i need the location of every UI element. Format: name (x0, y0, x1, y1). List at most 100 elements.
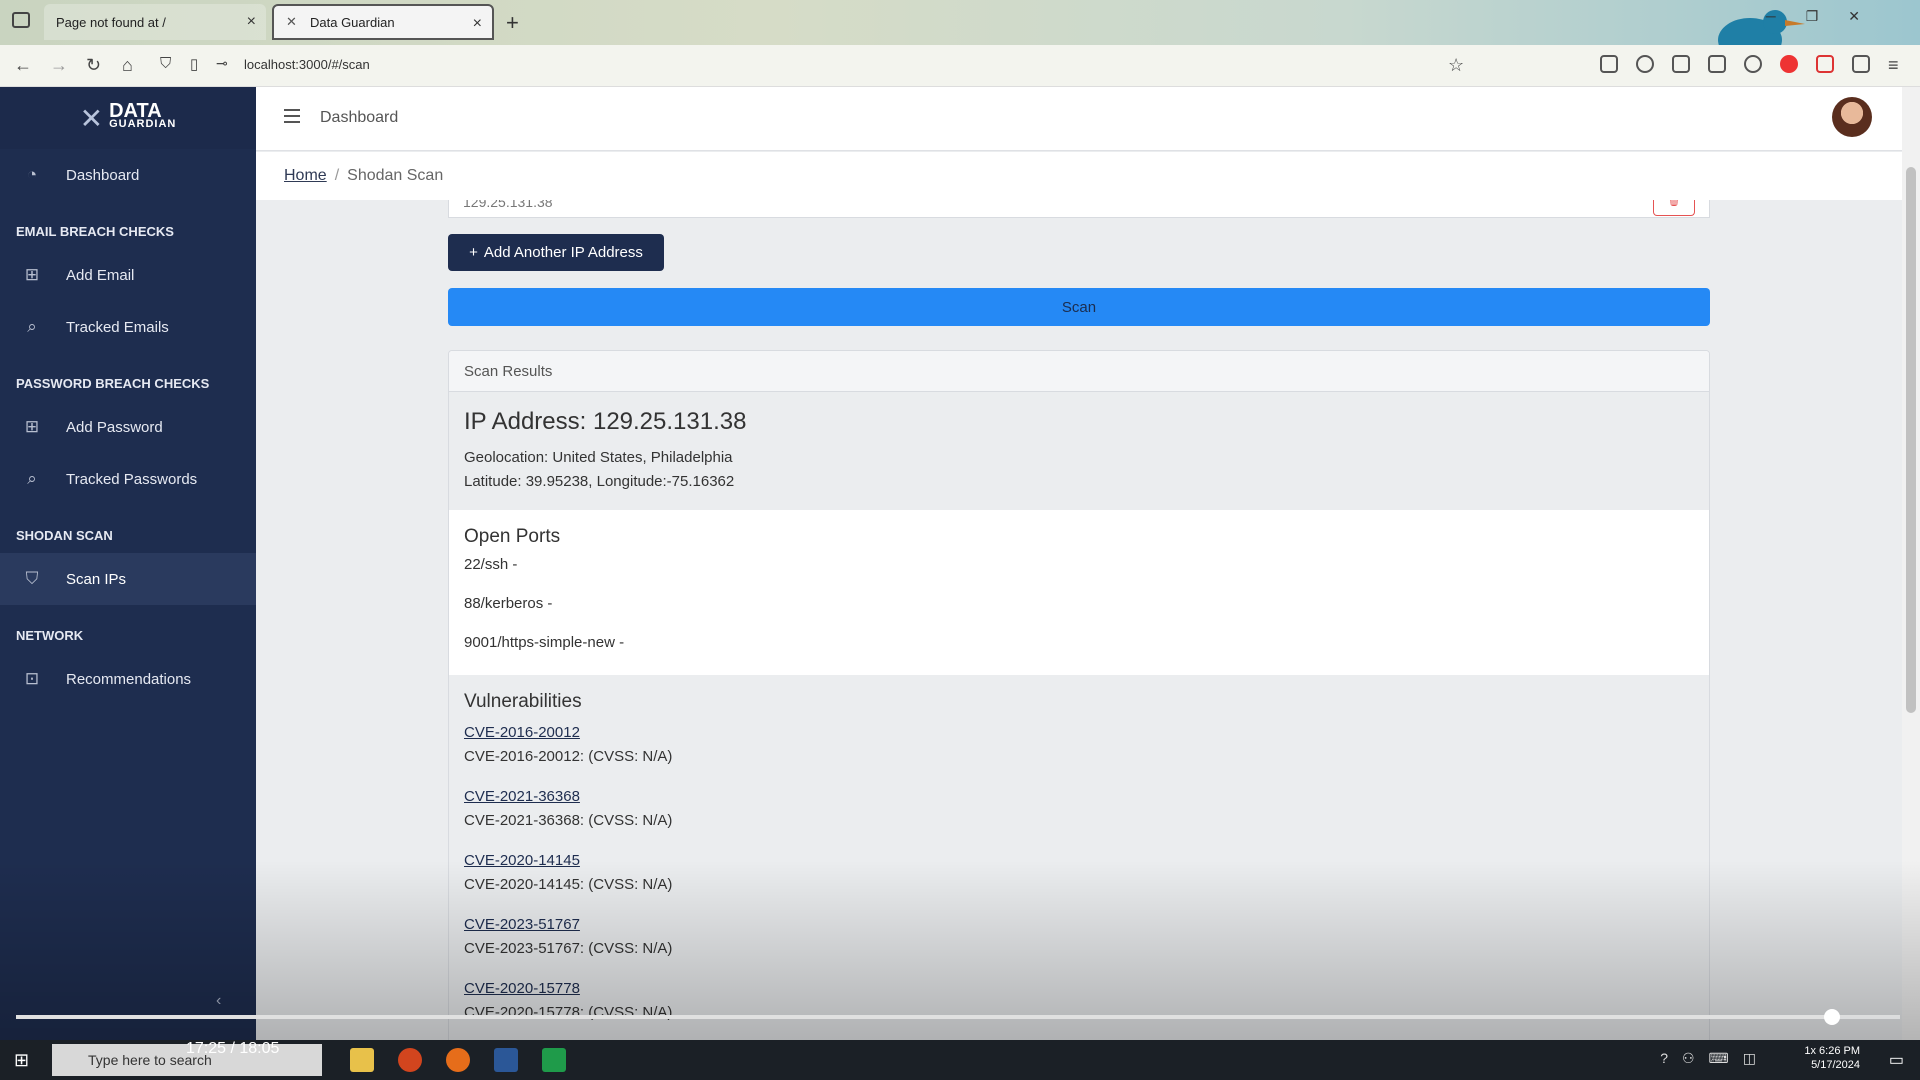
menu-icon[interactable]: ≡ (1888, 55, 1899, 76)
sidebar-section-network: NETWORK (16, 628, 84, 643)
pycharm-icon[interactable] (542, 1048, 566, 1072)
new-tab-icon[interactable]: + (506, 10, 519, 36)
bookmark-star-icon[interactable]: ☆ (1448, 55, 1464, 76)
search-icon: ⌕ (27, 317, 37, 336)
cve-description: CVE-2016-20012: (CVSS: N/A) (464, 748, 673, 765)
list-item: CVE-2021-36368 CVE-2021-36368: (CVSS: N/… (464, 785, 1694, 833)
notifications-icon[interactable]: ▭ (1889, 1050, 1904, 1070)
sidebar-item-scan-ips[interactable]: ⛉ Scan IPs (0, 553, 256, 605)
main-content: 129.25.131.38 🗑 + Add Another IP Address… (256, 200, 1902, 1040)
tab-label: Page not found at / (56, 14, 166, 30)
system-tray-icons[interactable]: ?⚇⌨◫ (1660, 1050, 1770, 1067)
shield-icon: ⛉ (25, 569, 39, 588)
avatar[interactable] (1832, 97, 1872, 137)
hamburger-menu-icon[interactable] (284, 109, 300, 123)
list-item: CVE-2016-20012 CVE-2016-20012: (CVSS: N/… (464, 721, 1694, 769)
logo-line-2: GUARDIAN (109, 118, 177, 130)
sidebar-item-label: Add Email (66, 266, 135, 284)
add-document-icon: ⊞ (24, 265, 40, 284)
browser-tab-not-found[interactable]: Page not found at / × (44, 4, 266, 40)
ip-address-heading: IP Address: 129.25.131.38 (464, 408, 747, 435)
port-item: 22/ssh - (464, 556, 518, 573)
sidebar-item-dashboard[interactable]: ◔ Dashboard (0, 149, 256, 201)
open-ports-section: Open Ports 22/ssh - 88/kerberos - 9001/h… (449, 510, 1709, 675)
cve-link[interactable]: CVE-2016-20012 (464, 721, 1694, 745)
back-icon[interactable]: ← (14, 55, 32, 76)
search-icon: ⌕ (27, 469, 37, 488)
key-icon[interactable]: ⊸ (216, 55, 228, 72)
sidebar-section-email: EMAIL BREACH CHECKS (16, 224, 174, 239)
reload-icon[interactable]: ↻ (86, 55, 101, 76)
favicon-icon: ✕ (286, 14, 297, 29)
scan-button[interactable]: Scan (448, 288, 1710, 326)
close-window-icon[interactable]: ✕ (1848, 8, 1860, 25)
port-item: 88/kerberos - (464, 595, 553, 612)
page-icon[interactable]: ▯ (190, 55, 198, 73)
cve-description: CVE-2020-15778: (CVSS: N/A) (464, 1004, 673, 1021)
extension-icon[interactable] (1600, 55, 1618, 73)
breadcrumb-current: Shodan Scan (347, 167, 444, 184)
powerpoint-icon[interactable] (398, 1048, 422, 1072)
ip-info-section: IP Address: 129.25.131.38 Geolocation: U… (449, 392, 1709, 510)
port-item: 9001/https-simple-new - (464, 634, 625, 651)
account-icon[interactable] (1744, 55, 1762, 73)
shield-icon[interactable]: ⛉ (160, 55, 171, 72)
pocket-icon[interactable] (1636, 55, 1654, 73)
scan-results-card: Scan Results IP Address: 129.25.131.38 G… (448, 350, 1710, 1040)
ip-address-input[interactable]: 129.25.131.38 🗑 (448, 200, 1710, 218)
home-icon[interactable]: ⌂ (122, 55, 133, 76)
forward-icon[interactable]: → (50, 55, 68, 76)
close-icon[interactable]: × (473, 15, 482, 33)
cve-link[interactable]: CVE-2020-14145 (464, 849, 1694, 873)
video-time: 17:25 / 18:05 (186, 1040, 280, 1057)
sidebar-item-tracked-passwords[interactable]: ⌕ Tracked Passwords (0, 453, 256, 505)
sidebar-item-label: Tracked Emails (66, 318, 169, 336)
add-ip-label: Add Another IP Address (483, 244, 643, 261)
minimize-icon[interactable]: ─ (1766, 8, 1776, 25)
sidebar-item-recommendations[interactable]: ⊡ Recommendations (0, 653, 256, 705)
ip-address-value: 129.25.131.38 (463, 200, 553, 210)
restore-icon[interactable]: ❐ (1806, 8, 1819, 25)
puzzle-icon[interactable] (1852, 55, 1870, 73)
pocket-save-icon[interactable] (1816, 55, 1834, 73)
sidebar-item-tracked-emails[interactable]: ⌕ Tracked Emails (0, 301, 256, 353)
collapse-sidebar-icon[interactable]: ‹ (216, 992, 221, 1010)
logo[interactable]: ✕ DATA GUARDIAN (0, 87, 256, 149)
library-icon[interactable] (1708, 55, 1726, 73)
video-progress-bar[interactable] (16, 1009, 1900, 1025)
sidebar-section-password: PASSWORD BREACH CHECKS (16, 376, 210, 391)
word-icon[interactable] (494, 1048, 518, 1072)
taskbar-clock[interactable]: 1x 6:26 PM 5/17/2024 (1804, 1044, 1860, 1072)
scrollbar-thumb[interactable] (1906, 167, 1916, 713)
page-scrollbar[interactable] (1902, 87, 1920, 1040)
cve-link[interactable]: CVE-2020-15778 (464, 977, 1694, 1001)
address-bar[interactable]: localhost:3000/#/scan (244, 57, 370, 72)
adblock-icon[interactable] (1780, 55, 1798, 73)
download-icon[interactable] (1672, 55, 1690, 73)
window-controls: ─ ❐ ✕ (1766, 8, 1920, 25)
cve-link[interactable]: CVE-2021-36368 (464, 785, 1694, 809)
browser-tab-data-guardian[interactable]: ✕ Data Guardian × (272, 4, 494, 40)
plus-icon: + (469, 244, 478, 261)
sidebar-item-label: Scan IPs (66, 570, 127, 588)
vulnerabilities-section: Vulnerabilities CVE-2016-20012 CVE-2016-… (449, 675, 1709, 1040)
cve-link[interactable]: CVE-2023-51767 (464, 913, 1694, 937)
sidebar-item-add-password[interactable]: ⊞ Add Password (0, 401, 256, 453)
speedometer-icon: ◔ (26, 165, 38, 184)
breadcrumb-home-link[interactable]: Home (284, 167, 327, 184)
video-progress-fill (16, 1015, 1833, 1019)
sidebar-item-label: Dashboard (66, 166, 140, 184)
logo-line-1: DATA (109, 100, 162, 122)
close-icon[interactable]: × (247, 13, 256, 31)
delete-ip-button[interactable]: 🗑 (1653, 200, 1695, 216)
tab-list-icon[interactable] (12, 12, 30, 28)
sidebar-item-add-email[interactable]: ⊞ Add Email (0, 249, 256, 301)
file-explorer-icon[interactable] (350, 1048, 374, 1072)
header-dashboard-link[interactable]: Dashboard (320, 109, 398, 127)
breadcrumb: Home / Shodan Scan (256, 152, 1902, 200)
firefox-icon[interactable] (446, 1048, 470, 1072)
add-ip-address-button[interactable]: + Add Another IP Address (448, 234, 664, 271)
cve-description: CVE-2020-14145: (CVSS: N/A) (464, 876, 673, 893)
windows-start-icon[interactable]: ⊞ (14, 1050, 29, 1071)
breadcrumb-separator: / (334, 167, 340, 184)
